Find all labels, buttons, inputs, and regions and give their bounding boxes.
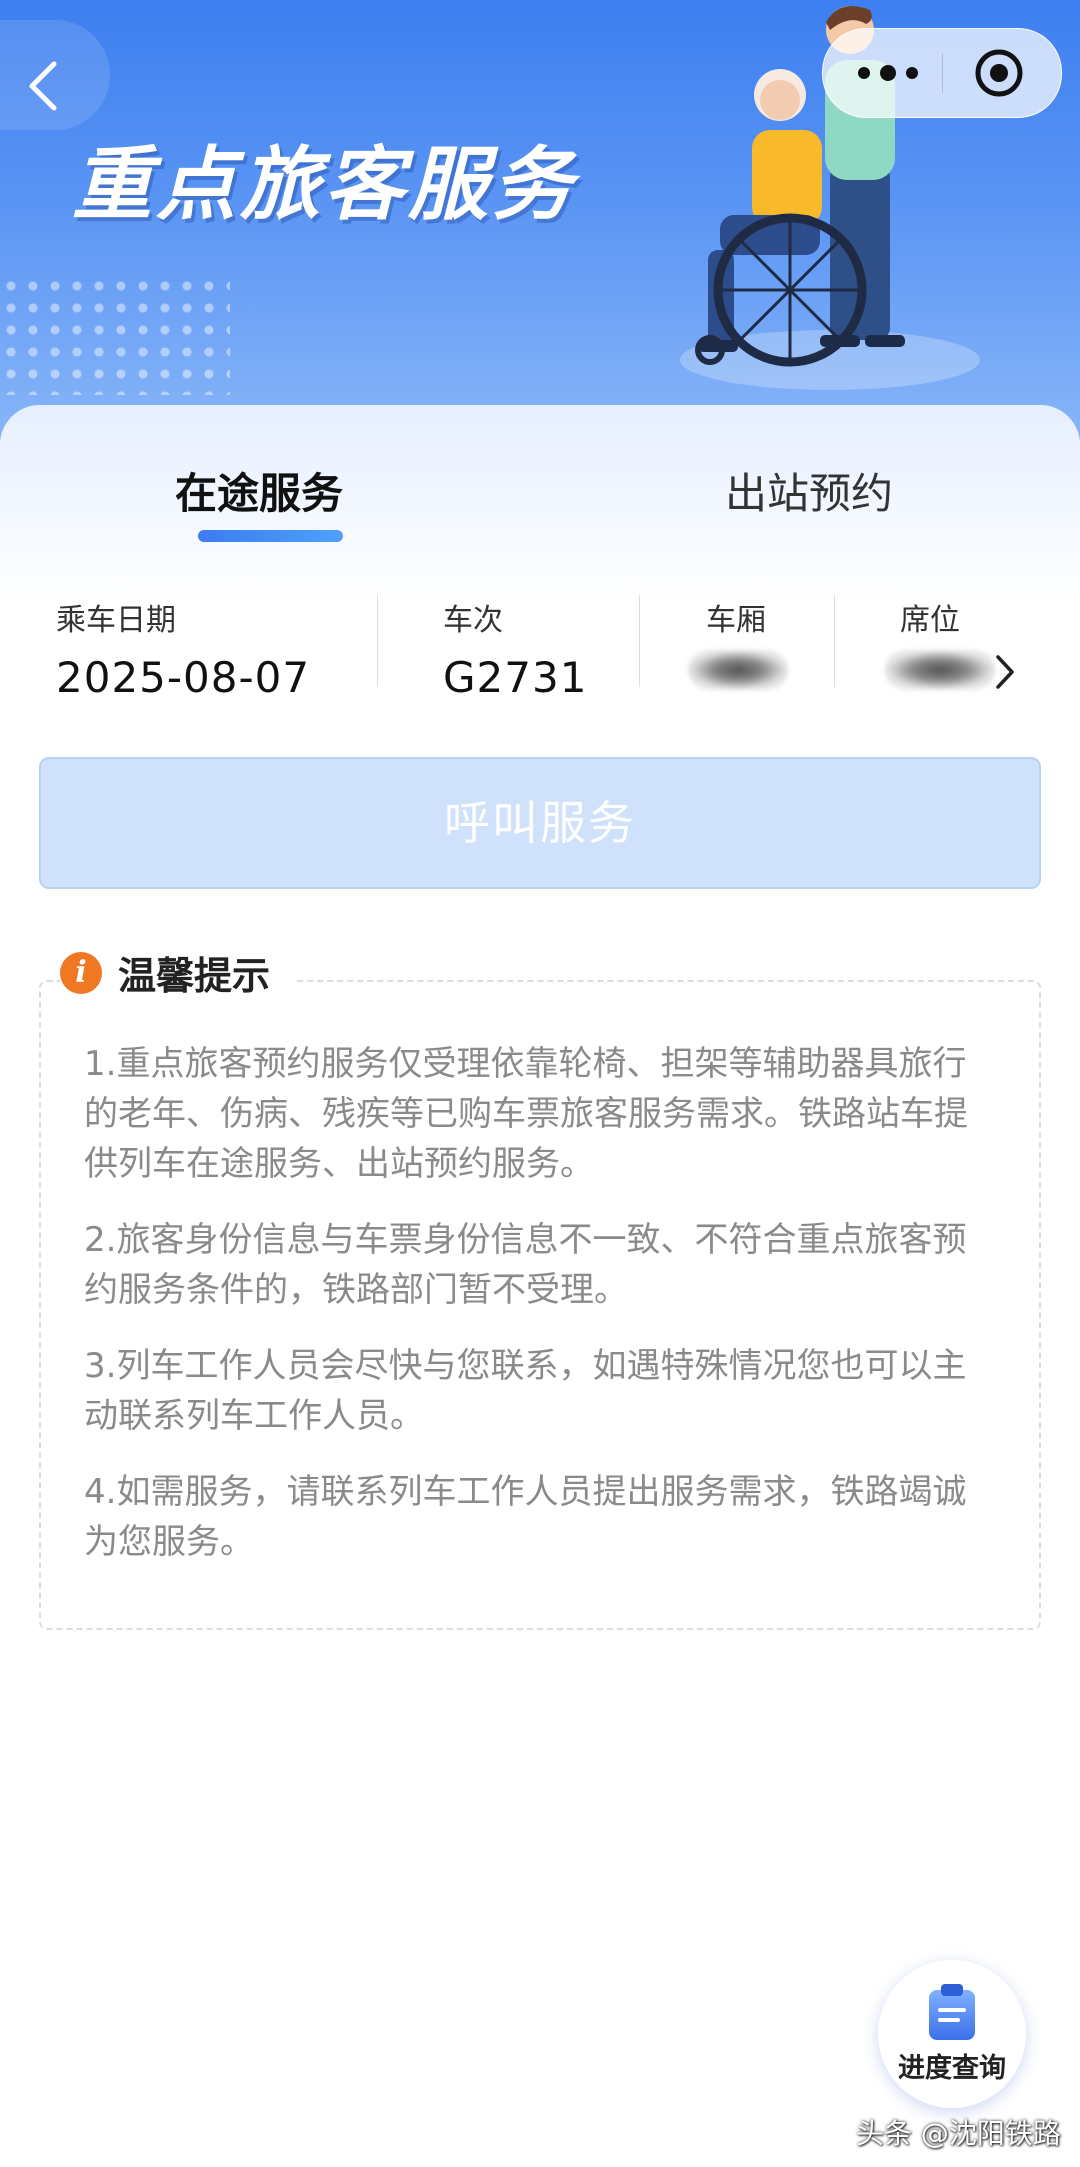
tip-item: 1.重点旅客预约服务仅受理依靠轮椅、担架等辅助器具旅行的老年、伤病、残疾等已购车… [84, 1044, 968, 1184]
progress-query-button[interactable]: 进度查询 [878, 1960, 1026, 2108]
train-value: G2731 [443, 653, 588, 702]
ticket-info-row[interactable]: 乘车日期 2025-08-07 车次 G2731 车厢 席位 [0, 595, 1080, 705]
page-title: 重点旅客服务 [72, 138, 576, 231]
train-label: 车次 [443, 603, 503, 638]
tab-in-transit-service[interactable]: 在途服务 [175, 460, 343, 521]
active-tab-indicator [198, 530, 343, 542]
date-label: 乘车日期 [56, 603, 176, 638]
ticket-train: 车次 G2731 [443, 595, 587, 702]
date-value: 2025-08-07 [56, 653, 311, 702]
clipboard-icon [929, 1984, 975, 2040]
tip-item: 3.列车工作人员会尽快与您联系，如遇特殊情况您也可以主动联系列车工作人员。 [84, 1346, 967, 1436]
mini-program-capsule [822, 28, 1062, 118]
divider [834, 595, 835, 687]
seat-label: 席位 [900, 603, 960, 638]
info-icon: i [60, 951, 102, 994]
ticket-car: 车厢 [706, 595, 766, 639]
main-card: 在途服务 出站预约 乘车日期 2025-08-07 车次 G2731 车厢 席位… [0, 405, 1080, 2167]
call-service-button[interactable]: 呼叫服务 [39, 757, 1041, 889]
redacted-car-value [688, 650, 788, 690]
ticket-seat: 席位 [900, 595, 960, 639]
redacted-seat-value [885, 650, 995, 690]
tip-item: 4.如需服务，请联系列车工作人员提出服务需求，铁路竭诚为您服务。 [84, 1472, 967, 1562]
back-button[interactable] [0, 20, 110, 130]
tab-exit-reservation[interactable]: 出站预约 [725, 460, 893, 521]
ticket-date: 乘车日期 2025-08-07 [56, 595, 310, 702]
tip-item: 2.旅客身份信息与车票身份信息不一致、不符合重点旅客预约服务条件的，铁路部门暂不… [84, 1220, 967, 1310]
chevron-right-icon [996, 655, 1014, 689]
tips-title: 温馨提示 [118, 954, 271, 998]
capsule-divider [942, 53, 943, 93]
header-banner: 重点旅客服务 [0, 0, 1080, 460]
divider [377, 595, 378, 687]
decorative-dots [0, 275, 230, 395]
car-label: 车厢 [706, 603, 766, 638]
more-dots-icon[interactable] [853, 57, 923, 89]
progress-query-label: 进度查询 [898, 2053, 1006, 2084]
tabs-background [0, 405, 1080, 605]
target-close-icon[interactable] [973, 47, 1025, 99]
watermark: 头条 @沈阳铁路 [856, 2117, 1061, 2150]
tips-header: i 温馨提示 [60, 945, 295, 1005]
divider [639, 595, 640, 687]
chevron-left-icon [29, 61, 57, 111]
